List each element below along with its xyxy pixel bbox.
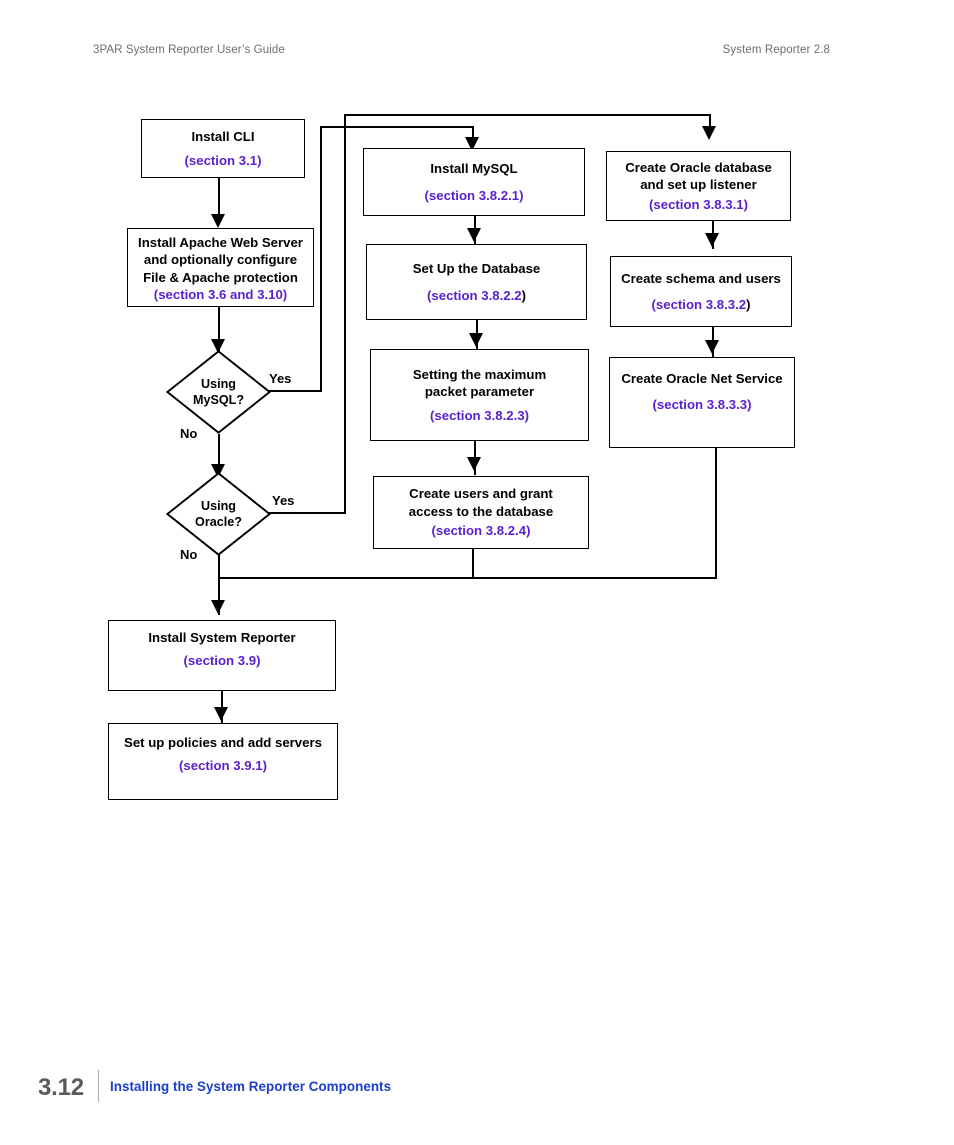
connector-mysql-column-to-merge bbox=[472, 549, 474, 579]
node-setup-policies-add-servers-ref: (section 3.9.1) bbox=[179, 758, 267, 774]
node-setup-policies-add-servers-title: Set up policies and add servers bbox=[124, 735, 322, 750]
node-create-oracle-net-service-title: Create Oracle Net Service bbox=[621, 371, 783, 386]
node-install-mysql[interactable]: Install MySQL (section 3.8.2.1) bbox=[363, 148, 585, 216]
arrowhead-schema-to-netservice bbox=[705, 340, 719, 354]
branch-label-oracle-no: No bbox=[180, 547, 198, 562]
node-install-system-reporter-ref: (section 3.9) bbox=[183, 653, 261, 669]
arrowhead-install-to-policies bbox=[214, 707, 228, 721]
branch-label-mysql-no: No bbox=[180, 426, 198, 441]
connector-mysql-yes-top-run bbox=[320, 126, 473, 128]
connector-oracle-yes-riser bbox=[344, 114, 346, 514]
node-install-apache[interactable]: Install Apache Web Server and optionally… bbox=[127, 228, 314, 307]
decision-using-mysql[interactable]: Using MySQL? bbox=[166, 350, 271, 434]
decision-using-mysql-label: Using MySQL? bbox=[192, 376, 245, 407]
document-page: 3PAR System Reporter User’s Guide System… bbox=[0, 0, 954, 1145]
node-create-users-grant-access-title: Create users and grant access to the dat… bbox=[408, 486, 554, 519]
connector-merge-bus bbox=[218, 577, 717, 579]
footer-divider bbox=[98, 1070, 100, 1102]
node-create-schema-and-users[interactable]: Create schema and users (section 3.8.3.2… bbox=[610, 256, 792, 327]
decision-using-oracle-label: Using Oracle? bbox=[195, 498, 242, 529]
node-install-apache-title: Install Apache Web Server and optionally… bbox=[138, 234, 303, 285]
node-setup-database-ref: (section 3.8.2.2) bbox=[427, 287, 526, 303]
footer-section-title: Installing the System Reporter Component… bbox=[110, 1079, 392, 1094]
node-setting-max-packet-ref: (section 3.8.2.3) bbox=[430, 407, 529, 423]
node-install-cli[interactable]: Install CLI (section 3.1) bbox=[141, 119, 305, 178]
node-create-users-grant-access-ref: (section 3.8.2.4) bbox=[431, 523, 531, 539]
connector-oracle-yes-horizontal bbox=[259, 512, 346, 514]
node-create-schema-and-users-ref: (section 3.8.3.2) bbox=[651, 297, 751, 312]
arrowhead-mysql-to-setupdb bbox=[467, 228, 481, 242]
arrowhead-maxpacket-to-createusers bbox=[467, 457, 481, 471]
node-install-apache-ref: (section 3.6 and 3.10) bbox=[153, 286, 288, 302]
connector-oracle-yes-top-run bbox=[344, 114, 710, 116]
node-create-oracle-net-service-ref: (section 3.8.3.3) bbox=[652, 397, 752, 413]
branch-label-mysql-yes: Yes bbox=[269, 371, 292, 386]
arrowhead-to-install-sysrep bbox=[211, 600, 225, 614]
node-create-oracle-net-service[interactable]: Create Oracle Net Service (section 3.8.3… bbox=[609, 357, 795, 448]
node-create-oracle-database-title: Create Oracle database and set up listen… bbox=[625, 159, 772, 193]
page-number: 3.12 bbox=[38, 1074, 84, 1101]
running-head-right: System Reporter 2.8 bbox=[722, 44, 830, 56]
node-setting-max-packet[interactable]: Setting the maximum packet parameter (se… bbox=[370, 349, 589, 441]
node-install-cli-title: Install CLI bbox=[191, 128, 255, 144]
connector-oracle-column-to-merge bbox=[715, 448, 717, 579]
node-install-cli-ref: (section 3.1) bbox=[184, 153, 262, 168]
node-create-users-grant-access[interactable]: Create users and grant access to the dat… bbox=[373, 476, 589, 549]
connector-mysql-yes-riser bbox=[320, 126, 322, 392]
branch-label-oracle-yes: Yes bbox=[272, 493, 295, 508]
node-install-system-reporter-title: Install System Reporter bbox=[148, 630, 296, 645]
node-create-oracle-database[interactable]: Create Oracle database and set up listen… bbox=[606, 151, 791, 221]
node-setting-max-packet-title: Setting the maximum packet parameter bbox=[412, 366, 547, 400]
node-setup-policies-add-servers[interactable]: Set up policies and add servers (section… bbox=[108, 723, 338, 800]
running-head-left: 3PAR System Reporter User’s Guide bbox=[93, 44, 285, 56]
node-install-system-reporter[interactable]: Install System Reporter (section 3.9) bbox=[108, 620, 336, 691]
arrowhead-to-create-oracle-db bbox=[702, 126, 716, 140]
node-setup-database-title: Set Up the Database bbox=[412, 261, 541, 277]
node-create-schema-and-users-title: Create schema and users bbox=[621, 270, 781, 286]
arrowhead-cli-to-apache bbox=[211, 214, 225, 228]
node-setup-database[interactable]: Set Up the Database (section 3.8.2.2) bbox=[366, 244, 587, 320]
decision-using-oracle[interactable]: Using Oracle? bbox=[166, 472, 271, 556]
node-install-mysql-ref: (section 3.8.2.1) bbox=[424, 187, 524, 203]
arrowhead-oracledb-to-schema bbox=[705, 233, 719, 247]
node-install-mysql-title: Install MySQL bbox=[430, 161, 518, 177]
node-create-oracle-database-ref: (section 3.8.3.1) bbox=[649, 196, 748, 212]
arrowhead-setupdb-to-maxpacket bbox=[469, 333, 483, 347]
